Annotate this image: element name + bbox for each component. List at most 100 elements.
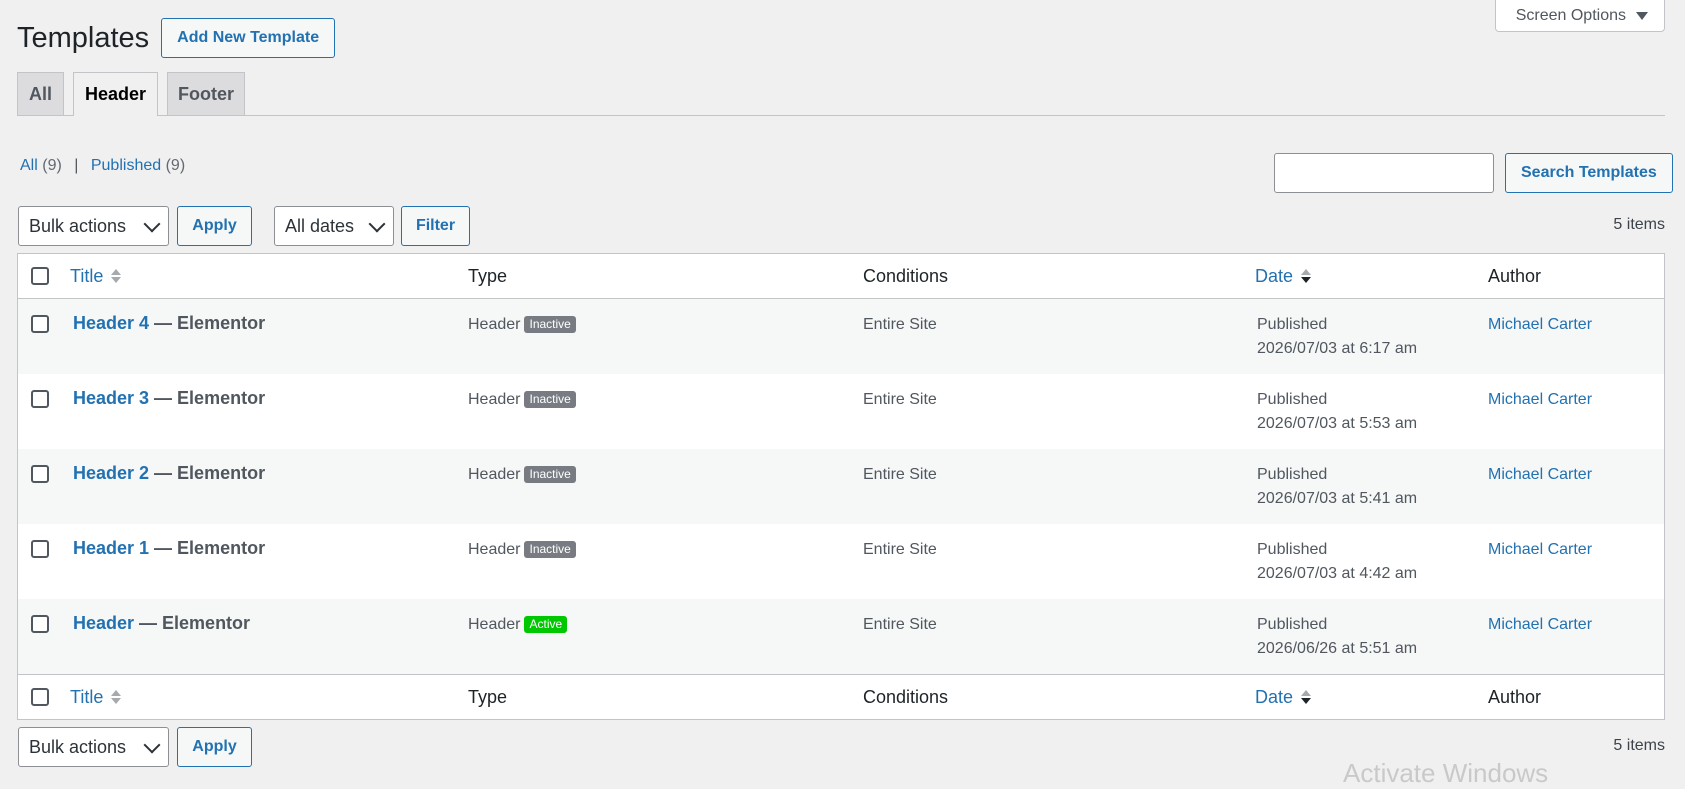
- tab-header[interactable]: Header: [73, 72, 158, 116]
- date-value: 2026/07/03 at 5:41 am: [1257, 490, 1418, 507]
- date-status: Published: [1257, 616, 1328, 633]
- status-badge: Active: [524, 616, 568, 633]
- type-label: Header: [468, 391, 521, 408]
- search-input[interactable]: [1274, 153, 1494, 193]
- row-checkbox[interactable]: [31, 615, 49, 633]
- bulk-actions-value: Bulk actions: [29, 736, 127, 757]
- screen-options-label: Screen Options: [1515, 6, 1626, 24]
- screen-options-button[interactable]: Screen Options: [1494, 0, 1665, 32]
- row-date: Published 2026/06/26 at 5:51 am: [1257, 613, 1417, 661]
- items-count: 5 items: [1613, 216, 1665, 233]
- column-title-sort[interactable]: Title: [70, 254, 122, 298]
- column-conditions: Conditions: [863, 686, 949, 707]
- row-author: Michael Carter: [1488, 313, 1592, 337]
- row-conditions: Entire Site: [863, 541, 937, 558]
- row-title: Header 4 — Elementor: [73, 311, 265, 335]
- row-type: Header Inactive: [468, 538, 576, 562]
- row-title: Header — Elementor: [73, 611, 250, 635]
- table-row: Header 1 — Elementor Header Inactive Enti…: [18, 524, 1664, 599]
- activate-windows-watermark: Activate Windows: [1343, 758, 1549, 788]
- date-value: 2026/07/03 at 5:53 am: [1257, 415, 1418, 432]
- bulk-actions-select[interactable]: Bulk actions: [18, 206, 169, 246]
- template-title-link[interactable]: Header 2: [73, 463, 149, 483]
- row-author: Michael Carter: [1488, 388, 1592, 412]
- date-value: 2026/07/03 at 6:17 am: [1257, 340, 1418, 357]
- template-title-link[interactable]: Header 3: [73, 388, 149, 408]
- row-date: Published 2026/07/03 at 5:53 am: [1257, 388, 1417, 436]
- column-date-sort[interactable]: Date: [1255, 254, 1312, 298]
- search-templates-button[interactable]: Search Templates: [1505, 153, 1673, 193]
- row-author: Michael Carter: [1488, 538, 1592, 562]
- column-date-label: Date: [1255, 265, 1294, 286]
- page-header: Templates Add New Template: [17, 18, 336, 58]
- table-row: Header — Elementor Header Active Entire S…: [18, 599, 1664, 674]
- row-type: Header Inactive: [468, 388, 576, 412]
- status-badge: Inactive: [524, 316, 576, 333]
- sort-icon: [111, 269, 122, 283]
- chevron-down-icon: [143, 736, 161, 753]
- row-checkbox[interactable]: [31, 465, 49, 483]
- filter-all-link[interactable]: All: [20, 157, 38, 174]
- row-checkbox[interactable]: [31, 390, 49, 408]
- tab-footer[interactable]: Footer: [167, 72, 245, 115]
- row-conditions: Entire Site: [863, 391, 937, 408]
- row-title: Header 3 — Elementor: [73, 386, 265, 410]
- row-checkbox[interactable]: [31, 540, 49, 558]
- dates-value: All dates: [285, 215, 355, 236]
- caret-down-icon: [1636, 11, 1648, 20]
- page-title: Templates: [17, 22, 150, 54]
- row-type: Header Active: [468, 613, 568, 637]
- table-row: Header 4 — Elementor Header Inactive Enti…: [18, 299, 1664, 374]
- column-title-label: Title: [70, 265, 104, 286]
- apply-button[interactable]: Apply: [177, 206, 252, 246]
- column-title-sort[interactable]: Title: [70, 675, 122, 719]
- filter-button[interactable]: Filter: [401, 206, 470, 246]
- bulk-actions-select-bottom[interactable]: Bulk actions: [18, 727, 169, 767]
- row-type: Header Inactive: [468, 463, 576, 487]
- author-link[interactable]: Michael Carter: [1488, 541, 1592, 558]
- template-builder: — Elementor: [149, 313, 266, 333]
- filter-separator: |: [74, 157, 79, 174]
- row-type: Header Inactive: [468, 313, 576, 337]
- column-date-sort[interactable]: Date: [1255, 675, 1312, 719]
- column-type: Type: [468, 265, 508, 286]
- status-filters: All (9) | Published (9): [20, 157, 185, 175]
- apply-button-bottom[interactable]: Apply: [177, 727, 252, 767]
- type-label: Header: [468, 466, 521, 483]
- date-value: 2026/07/03 at 4:42 am: [1257, 565, 1418, 582]
- row-conditions: Entire Site: [863, 616, 937, 633]
- author-link[interactable]: Michael Carter: [1488, 391, 1592, 408]
- bulk-actions-value: Bulk actions: [29, 215, 127, 236]
- select-all-checkbox[interactable]: [31, 688, 49, 706]
- type-label: Header: [468, 541, 521, 558]
- tab-all[interactable]: All: [17, 72, 64, 115]
- table-row: Header 3 — Elementor Header Inactive Enti…: [18, 374, 1664, 449]
- status-badge: Inactive: [524, 391, 576, 408]
- row-conditions: Entire Site: [863, 466, 937, 483]
- column-conditions: Conditions: [863, 265, 949, 286]
- template-title-link[interactable]: Header 1: [73, 538, 149, 558]
- chevron-down-icon: [143, 215, 161, 232]
- author-link[interactable]: Michael Carter: [1488, 316, 1592, 333]
- date-status: Published: [1257, 391, 1328, 408]
- type-label: Header: [468, 316, 521, 333]
- filter-all-count: (9): [42, 157, 62, 174]
- select-all-checkbox[interactable]: [31, 267, 49, 285]
- add-new-template-button[interactable]: Add New Template: [161, 18, 336, 58]
- type-label: Header: [468, 616, 521, 633]
- row-checkbox[interactable]: [31, 315, 49, 333]
- status-badge: Inactive: [524, 466, 576, 483]
- status-badge: Inactive: [524, 541, 576, 558]
- column-title-label: Title: [70, 686, 104, 707]
- column-author: Author: [1488, 686, 1542, 707]
- table-row: Header 2 — Elementor Header Inactive Enti…: [18, 449, 1664, 524]
- template-title-link[interactable]: Header: [73, 613, 134, 633]
- filter-published-link[interactable]: Published: [91, 157, 161, 174]
- date-value: 2026/06/26 at 5:51 am: [1257, 640, 1418, 657]
- author-link[interactable]: Michael Carter: [1488, 466, 1592, 483]
- row-conditions: Entire Site: [863, 316, 937, 333]
- template-title-link[interactable]: Header 4: [73, 313, 149, 333]
- row-date: Published 2026/07/03 at 4:42 am: [1257, 538, 1417, 586]
- author-link[interactable]: Michael Carter: [1488, 616, 1592, 633]
- dates-select[interactable]: All dates: [274, 206, 394, 246]
